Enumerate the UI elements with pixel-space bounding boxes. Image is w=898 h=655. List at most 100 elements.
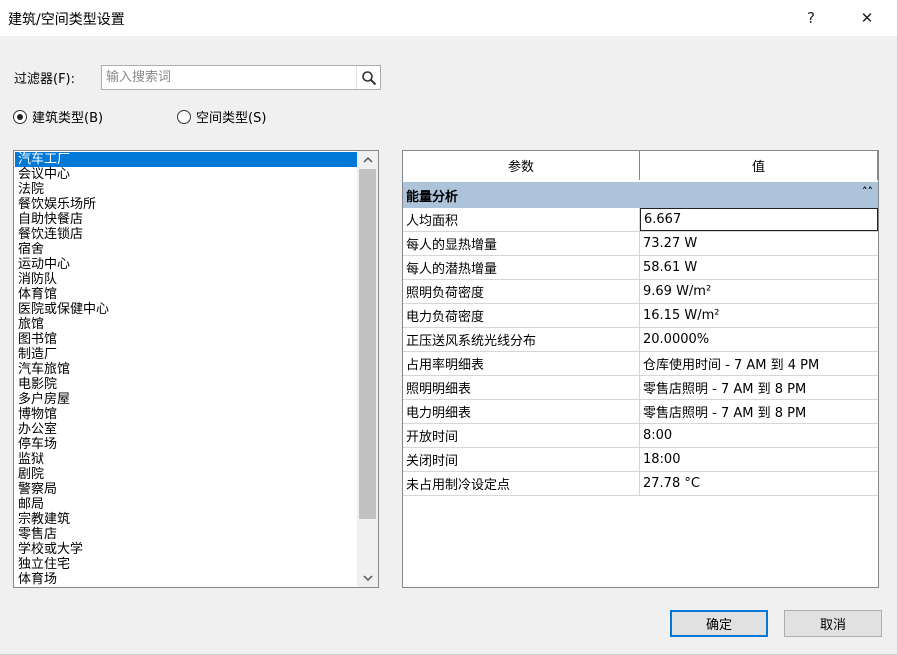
parameter-name-cell: 关闭时间: [403, 448, 640, 471]
table-row[interactable]: 开放时间 8:00: [403, 424, 878, 448]
group-header-label: 能量分析: [406, 189, 459, 205]
parameter-value-cell[interactable]: 9.69 W/m²: [640, 280, 878, 303]
parameter-name-cell: 人均面积: [403, 208, 640, 231]
table-header: 参数 值: [403, 151, 878, 180]
list-item[interactable]: 汽车旅馆: [15, 362, 357, 377]
list-item[interactable]: 汽车工厂: [15, 152, 357, 167]
building-type-list[interactable]: 汽车工厂 会议中心 法院 餐饮娱乐场所 自助快餐店 餐饮连锁店 宿舍 运动中心 消防队 体育馆 医院…: [13, 150, 379, 588]
table-row[interactable]: 照明负荷密度 9.69 W/m²: [403, 280, 878, 304]
parameter-value-cell[interactable]: 27.78 °C: [640, 472, 878, 495]
close-button[interactable]: ✕: [845, 0, 889, 36]
list-item[interactable]: 宗教建筑: [15, 512, 357, 527]
list-item[interactable]: 电影院: [15, 377, 357, 392]
list-item[interactable]: 体育馆: [15, 287, 357, 302]
parameter-value-cell[interactable]: 18:00: [640, 448, 878, 471]
list-item[interactable]: 学校或大学: [15, 542, 357, 557]
parameter-value-cell[interactable]: 6.667: [640, 208, 878, 231]
table-row[interactable]: 未占用制冷设定点 27.78 °C: [403, 472, 878, 496]
column-header-value[interactable]: 值: [640, 151, 878, 180]
parameter-name-cell: 每人的潜热增量: [403, 256, 640, 279]
list-item[interactable]: 剧院: [15, 467, 357, 482]
list-item[interactable]: 办公室: [15, 422, 357, 437]
list-item[interactable]: 会议中心: [15, 167, 357, 182]
parameter-value-cell[interactable]: 仓库使用时间 - 7 AM 到 4 PM: [640, 352, 878, 375]
list-item[interactable]: 餐饮娱乐场所: [15, 197, 357, 212]
list-item[interactable]: 消防队: [15, 272, 357, 287]
dialog-title: 建筑/空间类型设置: [8, 12, 125, 28]
chevron-down-icon: [362, 575, 373, 582]
table-row[interactable]: 电力负荷密度 16.15 W/m²: [403, 304, 878, 328]
list-item[interactable]: 停车场: [15, 437, 357, 452]
radio-button-checked[interactable]: [13, 109, 27, 124]
table-row[interactable]: 电力明细表 零售店照明 - 7 AM 到 8 PM: [403, 400, 878, 424]
radio-space-type[interactable]: 空间类型(S): [177, 107, 266, 126]
table-row[interactable]: 正压送风系统光线分布 20.0000%: [403, 328, 878, 352]
radio-space-label: 空间类型(S): [196, 111, 267, 126]
list-item[interactable]: 体育场: [15, 572, 357, 587]
parameter-value-cell[interactable]: 零售店照明 - 7 AM 到 8 PM: [640, 400, 878, 423]
list-scrollbar[interactable]: [357, 151, 378, 587]
column-header-parameter-label: 参数: [507, 160, 534, 175]
double-chevron-up-icon[interactable]: ˄˄: [862, 185, 873, 198]
cancel-button[interactable]: 取消: [784, 610, 882, 637]
parameter-table: 参数 值 能量分析 ˄˄ 人均面积 6.667 每人的显热增量 73.27 W 每人的潜…: [402, 150, 879, 588]
parameter-value-cell[interactable]: 73.27 W: [640, 232, 878, 255]
table-row[interactable]: 每人的潜热增量 58.61 W: [403, 256, 878, 280]
list-item[interactable]: 独立住宅: [15, 557, 357, 572]
table-row[interactable]: 每人的显热增量 73.27 W: [403, 232, 878, 256]
close-icon: ✕: [860, 9, 874, 27]
scroll-thumb[interactable]: [359, 169, 376, 519]
parameter-value-cell[interactable]: 58.61 W: [640, 256, 878, 279]
list-item[interactable]: 餐饮连锁店: [15, 227, 357, 242]
building-space-type-settings-dialog: 建筑/空间类型设置 ? ✕ 过滤器(F): 建筑类型(B) 空间类型(S) 汽车…: [0, 0, 898, 655]
help-button[interactable]: ?: [789, 0, 833, 36]
list-item[interactable]: 警察局: [15, 482, 357, 497]
parameter-name-cell: 照明负荷密度: [403, 280, 640, 303]
magnifier-icon: [361, 70, 376, 85]
radio-building-type[interactable]: 建筑类型(B): [13, 107, 103, 126]
parameter-name-cell: 照明明细表: [403, 376, 640, 399]
list-items: 汽车工厂 会议中心 法院 餐饮娱乐场所 自助快餐店 餐饮连锁店 宿舍 运动中心 消防队 体育馆 医院…: [15, 152, 357, 587]
parameter-value-cell[interactable]: 20.0000%: [640, 328, 878, 351]
list-item[interactable]: 运动中心: [15, 257, 357, 272]
radio-button-unchecked[interactable]: [177, 109, 191, 124]
group-header-energy-analysis[interactable]: 能量分析 ˄˄: [403, 182, 878, 208]
parameter-value-cell[interactable]: 16.15 W/m²: [640, 304, 878, 327]
filter-search-input[interactable]: [104, 67, 354, 88]
column-header-value-label: 值: [751, 160, 765, 175]
list-item[interactable]: 医院或保健中心: [15, 302, 357, 317]
parameter-name-cell: 正压送风系统光线分布: [403, 328, 640, 351]
radio-building-label: 建筑类型(B): [32, 111, 104, 126]
list-item[interactable]: 零售店: [15, 527, 357, 542]
parameter-name-cell: 开放时间: [403, 424, 640, 447]
ok-button-label: 确定: [705, 618, 732, 633]
scroll-down-button[interactable]: [357, 570, 378, 587]
title-bar: 建筑/空间类型设置 ? ✕: [0, 0, 897, 36]
parameter-name-cell: 电力负荷密度: [403, 304, 640, 327]
table-row[interactable]: 人均面积 6.667: [403, 208, 878, 232]
list-item[interactable]: 自助快餐店: [15, 212, 357, 227]
list-item[interactable]: 旅馆: [15, 317, 357, 332]
parameter-value-cell[interactable]: 零售店照明 - 7 AM 到 8 PM: [640, 376, 878, 399]
table-row[interactable]: 关闭时间 18:00: [403, 448, 878, 472]
ok-button[interactable]: 确定: [670, 610, 768, 637]
list-item[interactable]: 多户房屋: [15, 392, 357, 407]
list-item[interactable]: 法院: [15, 182, 357, 197]
chevron-up-icon: [362, 156, 373, 163]
list-item[interactable]: 监狱: [15, 452, 357, 467]
parameter-rows: 人均面积 6.667 每人的显热增量 73.27 W 每人的潜热增量 58.61 W 照明负…: [403, 208, 878, 496]
table-row[interactable]: 照明明细表 零售店照明 - 7 AM 到 8 PM: [403, 376, 878, 400]
scroll-up-button[interactable]: [357, 151, 378, 168]
parameter-name-cell: 未占用制冷设定点: [403, 472, 640, 495]
list-item[interactable]: 博物馆: [15, 407, 357, 422]
list-item[interactable]: 图书馆: [15, 332, 357, 347]
list-item[interactable]: 邮局: [15, 497, 357, 512]
list-item[interactable]: 制造厂: [15, 347, 357, 362]
search-button[interactable]: [356, 66, 380, 89]
parameter-value-cell[interactable]: 8:00: [640, 424, 878, 447]
table-row[interactable]: 占用率明细表 仓库使用时间 - 7 AM 到 4 PM: [403, 352, 878, 376]
parameter-name-cell: 每人的显热增量: [403, 232, 640, 255]
parameter-name-cell: 占用率明细表: [403, 352, 640, 375]
list-item[interactable]: 宿舍: [15, 242, 357, 257]
column-header-parameter[interactable]: 参数: [403, 151, 640, 180]
